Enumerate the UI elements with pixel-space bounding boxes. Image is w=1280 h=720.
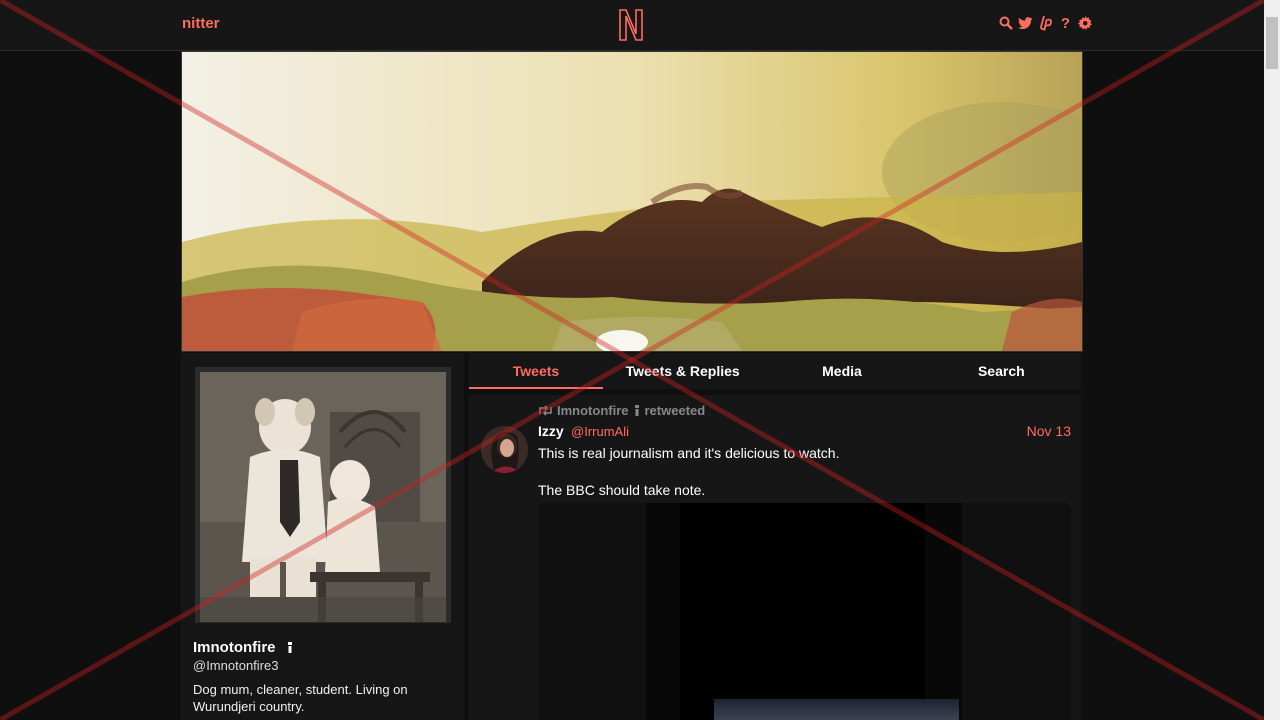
profile-username[interactable]: @Imnotonfire3 bbox=[193, 658, 278, 673]
tab-tweets-replies[interactable]: Tweets & Replies bbox=[603, 353, 762, 389]
retweet-user[interactable]: Imnotonfire bbox=[557, 403, 629, 418]
tweet-text-line: The BBC should take note. bbox=[538, 482, 706, 498]
gear-icon[interactable] bbox=[1078, 14, 1093, 32]
retweet-header: Imnotonfire retweeted bbox=[538, 403, 705, 418]
profile-fullname-text[interactable]: Imnotonfire bbox=[193, 639, 276, 656]
banner-painting bbox=[182, 52, 1082, 351]
video-container[interactable] bbox=[646, 503, 962, 720]
retweet-icon bbox=[539, 405, 552, 416]
tweet-media[interactable] bbox=[538, 503, 1071, 720]
tweet-avatar[interactable] bbox=[481, 426, 528, 473]
video-player[interactable] bbox=[680, 503, 959, 720]
timeline-tabs: Tweets Tweets & Replies Media Search bbox=[469, 353, 1081, 389]
tweet-text-line: This is real journalism and it's delicio… bbox=[538, 445, 840, 461]
twitter-bird-icon[interactable] bbox=[1018, 14, 1033, 32]
profile-banner[interactable] bbox=[181, 51, 1083, 352]
profile-fullname[interactable]: Imnotonfire bbox=[193, 639, 294, 656]
avatar[interactable] bbox=[200, 372, 446, 622]
scrollbar-thumb[interactable] bbox=[1266, 17, 1278, 69]
help-icon[interactable]: ? bbox=[1058, 14, 1073, 32]
tab-tweets[interactable]: Tweets bbox=[469, 353, 603, 389]
verified-icon bbox=[634, 405, 639, 416]
page-scrollbar[interactable] bbox=[1264, 0, 1280, 720]
profile-card: Imnotonfire @Imnotonfire3 Dog mum, clean… bbox=[181, 353, 464, 720]
profile-avatar-frame[interactable] bbox=[195, 367, 451, 623]
nitter-logo-icon[interactable] bbox=[617, 7, 645, 43]
video-thumbnail bbox=[714, 699, 959, 720]
tab-media[interactable]: Media bbox=[762, 353, 921, 389]
nav-icons: ? bbox=[998, 14, 1093, 32]
tweet-date[interactable]: Nov 13 bbox=[1027, 423, 1071, 439]
brand-link[interactable]: nitter bbox=[182, 15, 220, 32]
tab-search[interactable]: Search bbox=[922, 353, 1081, 389]
tweet-username[interactable]: @IrrumAli bbox=[571, 424, 629, 439]
navbar: nitter ? bbox=[0, 0, 1264, 51]
timeline: Imnotonfire retweeted Izzy @IrrumAli Nov… bbox=[469, 395, 1081, 720]
retweet-label: retweeted bbox=[644, 403, 706, 418]
tweet-fullname[interactable]: Izzy bbox=[538, 423, 564, 439]
search-icon[interactable] bbox=[998, 14, 1013, 32]
profile-bio: Dog mum, cleaner, student. Living on Wur… bbox=[193, 682, 408, 714]
liberapay-icon[interactable] bbox=[1038, 14, 1053, 32]
verified-icon bbox=[287, 642, 292, 653]
